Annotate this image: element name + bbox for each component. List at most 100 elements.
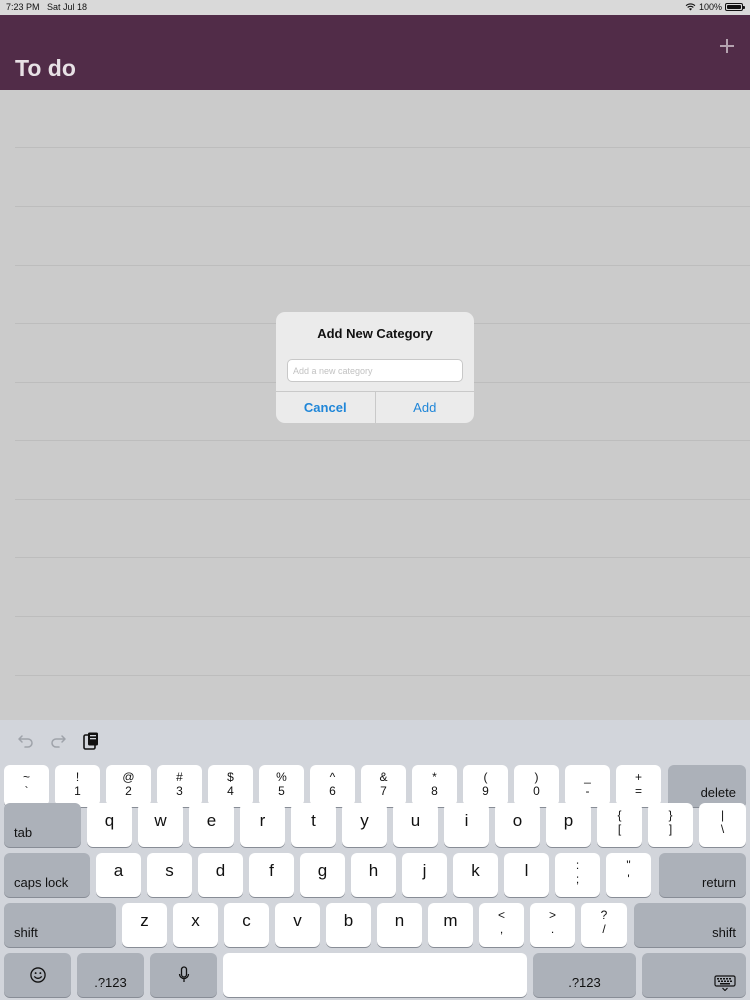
key-u[interactable]: u: [393, 803, 438, 847]
undo-icon[interactable]: [16, 731, 36, 751]
key-o[interactable]: o: [495, 803, 540, 847]
key-char: r: [259, 811, 266, 830]
key-8[interactable]: * 8: [412, 765, 457, 807]
battery-icon: [725, 3, 745, 11]
key-top: &: [379, 770, 388, 784]
key-s[interactable]: s: [147, 853, 192, 897]
numeric-label: .?123: [568, 975, 601, 990]
dictation-key[interactable]: [150, 953, 217, 997]
key-1[interactable]: ! 1: [55, 765, 100, 807]
space-bar[interactable]: [223, 953, 527, 997]
key-bot: ]: [668, 822, 673, 836]
alert-title: Add New Category: [317, 326, 433, 341]
key-c[interactable]: c: [224, 903, 269, 947]
key-char: u: [410, 811, 421, 830]
redo-icon[interactable]: [48, 731, 68, 751]
key-bot: 8: [431, 784, 438, 798]
key-2[interactable]: @2: [106, 765, 151, 807]
key-char: c: [242, 911, 251, 930]
key-char: k: [471, 861, 480, 880]
key-7[interactable]: & 7: [361, 765, 406, 807]
key-equals[interactable]: + =: [616, 765, 661, 807]
key-j[interactable]: j: [402, 853, 447, 897]
key-6[interactable]: ^ 6: [310, 765, 355, 807]
dismiss-keyboard-key[interactable]: [642, 953, 746, 997]
key-bracket-left[interactable]: {[: [597, 803, 642, 847]
add-button[interactable]: Add: [376, 392, 475, 423]
key-4[interactable]: $4: [208, 765, 253, 807]
row-separator: [15, 675, 750, 676]
add-category-alert: Add New Category Cancel Add: [276, 312, 474, 423]
category-name-input[interactable]: [287, 359, 463, 382]
return-key[interactable]: return: [659, 853, 746, 897]
key-char: a: [113, 861, 124, 880]
key-bot: =: [634, 784, 642, 798]
key-top: ^: [329, 770, 336, 784]
row-separator: [15, 440, 750, 441]
key-a[interactable]: a: [96, 853, 141, 897]
keyboard-dismiss-icon: [714, 975, 736, 991]
key-v[interactable]: v: [275, 903, 320, 947]
delete-label: delete: [700, 785, 736, 800]
key-period[interactable]: >.: [530, 903, 575, 947]
key-t[interactable]: t: [291, 803, 336, 847]
key-p[interactable]: p: [546, 803, 591, 847]
emoji-key[interactable]: [4, 953, 71, 997]
cancel-button[interactable]: Cancel: [276, 392, 376, 423]
key-char: n: [394, 911, 405, 930]
delete-key[interactable]: delete: [668, 765, 746, 807]
key-d[interactable]: d: [198, 853, 243, 897]
key-b[interactable]: b: [326, 903, 371, 947]
key-m[interactable]: m: [428, 903, 473, 947]
key-z[interactable]: z: [122, 903, 167, 947]
key-backtick[interactable]: ~ `: [4, 765, 49, 807]
key-slash[interactable]: ? /: [581, 903, 627, 947]
numeric-right-key[interactable]: .?123: [533, 953, 636, 997]
key-top: *: [432, 770, 437, 784]
numeric-left-key[interactable]: .?123: [77, 953, 144, 997]
key-char: x: [191, 911, 200, 930]
key-n[interactable]: n: [377, 903, 422, 947]
key-g[interactable]: g: [300, 853, 345, 897]
shift-right-key[interactable]: shift: [634, 903, 746, 947]
key-r[interactable]: r: [240, 803, 285, 847]
key-e[interactable]: e: [189, 803, 234, 847]
key-top: :: [575, 858, 580, 872]
key-semicolon[interactable]: :;: [555, 853, 600, 897]
key-char: w: [154, 811, 167, 830]
key-9[interactable]: (9: [463, 765, 508, 807]
key-top: _: [584, 770, 591, 784]
key-backslash[interactable]: | \: [699, 803, 746, 847]
key-5[interactable]: % 5: [259, 765, 304, 807]
key-bot: ,: [499, 922, 504, 936]
tab-key[interactable]: tab: [4, 803, 81, 847]
key-top: @: [122, 770, 135, 784]
paste-icon[interactable]: [81, 731, 101, 751]
key-comma[interactable]: <,: [479, 903, 524, 947]
key-h[interactable]: h: [351, 853, 396, 897]
key-quote[interactable]: " ': [606, 853, 651, 897]
key-bot: 5: [278, 784, 285, 798]
key-minus[interactable]: _ -: [565, 765, 610, 807]
key-char: d: [215, 861, 226, 880]
key-char: m: [443, 911, 458, 930]
key-0[interactable]: ) 0: [514, 765, 559, 807]
key-char: o: [512, 811, 523, 830]
row-separator: [15, 265, 750, 266]
caps-lock-key[interactable]: caps lock: [4, 853, 90, 897]
key-bracket-right[interactable]: }]: [648, 803, 693, 847]
key-l[interactable]: l: [504, 853, 549, 897]
key-char: q: [104, 811, 115, 830]
key-y[interactable]: y: [342, 803, 387, 847]
key-k[interactable]: k: [453, 853, 498, 897]
plus-icon[interactable]: [720, 39, 734, 53]
key-top: |: [720, 808, 725, 822]
key-q[interactable]: q: [87, 803, 132, 847]
key-w[interactable]: w: [138, 803, 183, 847]
shift-left-key[interactable]: shift: [4, 903, 116, 947]
key-3[interactable]: #3: [157, 765, 202, 807]
key-x[interactable]: x: [173, 903, 218, 947]
key-bot: [: [617, 822, 622, 836]
key-i[interactable]: i: [444, 803, 489, 847]
key-f[interactable]: f: [249, 853, 294, 897]
